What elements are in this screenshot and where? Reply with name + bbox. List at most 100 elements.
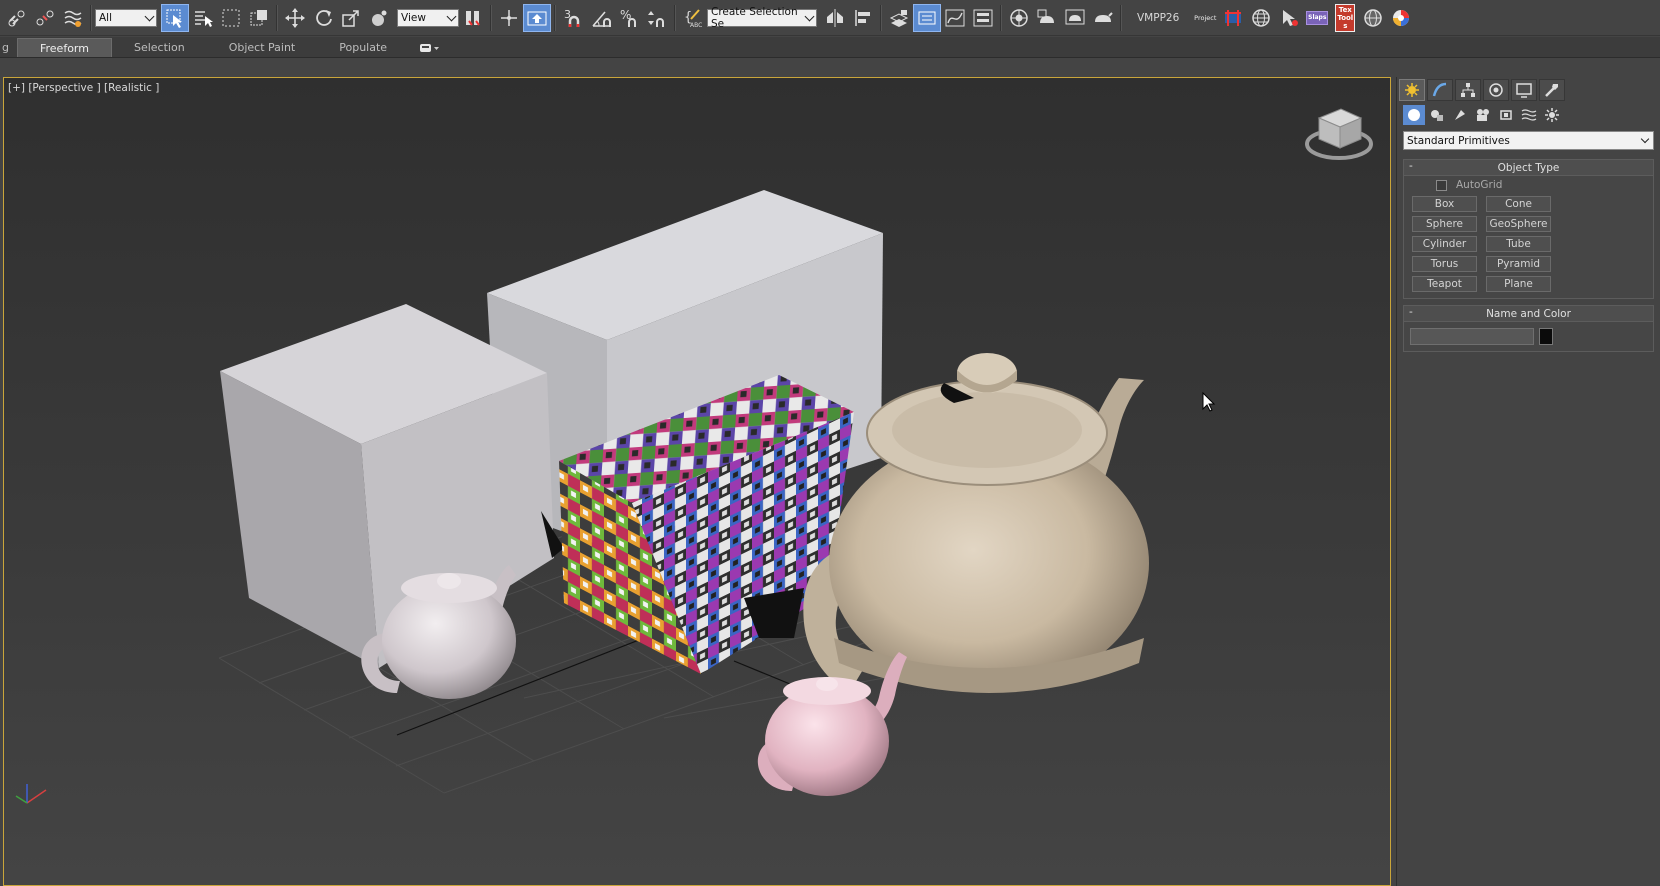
- autogrid-label: AutoGrid: [1456, 179, 1503, 191]
- helpers-category-icon[interactable]: [1495, 105, 1517, 125]
- cameras-category-icon[interactable]: [1472, 105, 1494, 125]
- name-and-color-title: Name and Color: [1486, 307, 1571, 320]
- select-manipulate-icon[interactable]: [495, 4, 523, 32]
- mirror-icon[interactable]: [821, 4, 849, 32]
- edit-named-selection-icon[interactable]: {ABC: [679, 4, 707, 32]
- toggle-scene-explorer-icon[interactable]: [885, 4, 913, 32]
- toolbar-separator: [880, 4, 882, 31]
- viewport-label[interactable]: [+] [Perspective ] [Realistic ]: [8, 82, 159, 94]
- plane-button[interactable]: Plane: [1486, 276, 1551, 292]
- pivot-center-icon[interactable]: [459, 4, 487, 32]
- project-icon[interactable]: Project: [1191, 4, 1219, 32]
- autogrid-checkbox-row[interactable]: AutoGrid: [1404, 176, 1653, 194]
- main-toolbar: All View 3 % {ABC Create Selection Se VM…: [0, 0, 1660, 36]
- material-editor-icon[interactable]: [1005, 4, 1033, 32]
- ribbon-tab-bar: g Freeform Selection Object Paint Popula…: [0, 37, 1660, 58]
- unlink-icon[interactable]: [31, 4, 59, 32]
- chevron-down-icon: [144, 11, 155, 21]
- viewport-scene[interactable]: [4, 78, 1391, 886]
- named-selection-set-value: Create Selection Se: [711, 5, 798, 30]
- pyramid-button[interactable]: Pyramid: [1486, 256, 1551, 272]
- sphere-button[interactable]: Sphere: [1412, 216, 1477, 232]
- select-by-name-icon[interactable]: [189, 4, 217, 32]
- geosphere-button[interactable]: GeoSphere: [1486, 216, 1551, 232]
- box-button[interactable]: Box: [1412, 196, 1477, 212]
- tab-populate[interactable]: Populate: [317, 38, 409, 57]
- percent-snap-icon[interactable]: %: [615, 4, 643, 32]
- link-icon[interactable]: [3, 4, 31, 32]
- reference-coordinate-value: View: [401, 11, 426, 24]
- torus-button[interactable]: Torus: [1412, 256, 1477, 272]
- web-globe-icon[interactable]: [1359, 4, 1387, 32]
- rendered-frame-window-icon[interactable]: [1061, 4, 1089, 32]
- selection-filter-dropdown[interactable]: All: [95, 8, 157, 27]
- color-wheel-icon[interactable]: [1387, 4, 1415, 32]
- globe-icon[interactable]: [1247, 4, 1275, 32]
- toolbar-separator: [674, 4, 676, 31]
- window-crossing-icon[interactable]: [245, 4, 273, 32]
- user-label: VMPP26: [1137, 11, 1180, 24]
- render-setup-icon[interactable]: [1033, 4, 1061, 32]
- viewcube[interactable]: [1305, 108, 1373, 160]
- toolbar-separator: [276, 4, 278, 31]
- space-warps-category-icon[interactable]: [1518, 105, 1540, 125]
- utilities-tab-icon[interactable]: [1539, 79, 1565, 101]
- render-production-icon[interactable]: [1089, 4, 1117, 32]
- cursor-tool-icon[interactable]: [1275, 4, 1303, 32]
- spinner-snap-icon[interactable]: [643, 4, 671, 32]
- object-color-swatch[interactable]: [1539, 328, 1553, 345]
- toggle-layer-explorer-button[interactable]: [913, 3, 941, 32]
- select-object-button[interactable]: [161, 3, 189, 32]
- primitive-category-dropdown[interactable]: Standard Primitives: [1403, 131, 1654, 150]
- align-icon[interactable]: [849, 4, 877, 32]
- scene-converter-icon[interactable]: [1219, 4, 1247, 32]
- move-icon[interactable]: [281, 4, 309, 32]
- toolbar-separator: [1120, 4, 1122, 31]
- reference-coordinate-dropdown[interactable]: View: [397, 8, 459, 27]
- bind-space-warp-icon[interactable]: [59, 4, 87, 32]
- command-panel-tabs: [1397, 77, 1660, 101]
- object-type-title: Object Type: [1497, 161, 1560, 174]
- ribbon-options-dropdown[interactable]: [409, 38, 451, 57]
- autogrid-checkbox[interactable]: [1436, 179, 1447, 191]
- object-name-field[interactable]: [1410, 328, 1534, 345]
- tab-object-paint[interactable]: Object Paint: [207, 38, 318, 57]
- snaps-toggle-icon[interactable]: 3: [559, 4, 587, 32]
- lights-category-icon[interactable]: [1449, 105, 1471, 125]
- perspective-viewport[interactable]: [+] [Perspective ] [Realistic ]: [3, 77, 1391, 886]
- hierarchy-tab-icon[interactable]: [1455, 79, 1481, 101]
- tab-modeling-partial[interactable]: g: [0, 38, 17, 57]
- geometry-category-icon[interactable]: [1403, 105, 1425, 125]
- systems-category-icon[interactable]: [1541, 105, 1563, 125]
- primitive-category-value: Standard Primitives: [1407, 134, 1510, 147]
- cone-button[interactable]: Cone: [1486, 196, 1551, 212]
- cylinder-button[interactable]: Cylinder: [1412, 236, 1477, 252]
- rectangular-selection-region-icon[interactable]: [217, 4, 245, 32]
- tube-button[interactable]: Tube: [1486, 236, 1551, 252]
- place-icon[interactable]: [365, 4, 393, 32]
- object-type-rollout-header[interactable]: - Object Type: [1404, 160, 1653, 176]
- mouse-cursor-icon: [1202, 391, 1216, 412]
- curve-editor-icon[interactable]: [941, 4, 969, 32]
- teapot-button[interactable]: Teapot: [1412, 276, 1477, 292]
- modify-tab-icon[interactable]: [1427, 79, 1453, 101]
- command-panel: Standard Primitives - Object Type AutoGri…: [1396, 77, 1660, 886]
- create-tab-icon[interactable]: [1399, 79, 1425, 101]
- angle-snap-icon[interactable]: [587, 4, 615, 32]
- name-and-color-rollout-header[interactable]: - Name and Color: [1404, 306, 1653, 322]
- schematic-view-icon[interactable]: [969, 4, 997, 32]
- slaps-icon[interactable]: Slaps: [1303, 4, 1331, 32]
- tab-freeform[interactable]: Freeform: [16, 38, 112, 57]
- scale-icon[interactable]: [337, 4, 365, 32]
- textools-icon[interactable]: TexTools: [1331, 3, 1359, 32]
- motion-tab-icon[interactable]: [1483, 79, 1509, 101]
- named-selection-set-dropdown[interactable]: Create Selection Se: [707, 5, 817, 30]
- tab-selection[interactable]: Selection: [112, 38, 207, 57]
- display-tab-icon[interactable]: [1511, 79, 1537, 101]
- shapes-category-icon[interactable]: [1426, 105, 1448, 125]
- axis-tripod-icon: [15, 784, 47, 804]
- keyboard-shortcut-override-button[interactable]: [523, 3, 551, 32]
- rotate-icon[interactable]: [309, 4, 337, 32]
- svg-text:ABC: ABC: [690, 22, 702, 29]
- name-and-color-rollout: - Name and Color: [1403, 305, 1654, 352]
